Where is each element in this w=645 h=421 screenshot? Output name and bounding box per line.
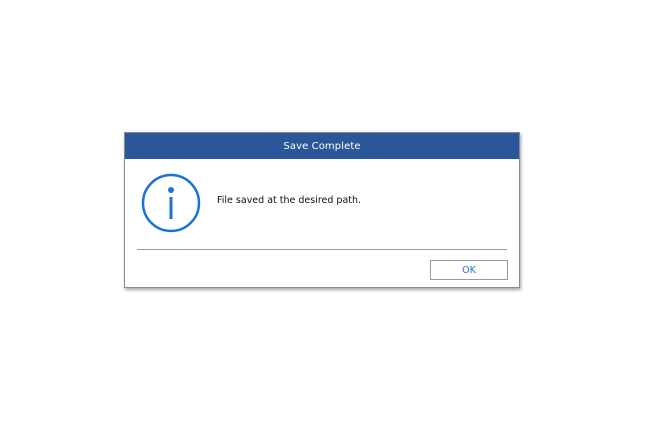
dialog-body: File saved at the desired path. [125, 159, 519, 249]
dialog-title: Save Complete [283, 140, 361, 152]
dialog-divider [137, 249, 507, 250]
dialog-message: File saved at the desired path. [217, 195, 362, 206]
dialog-titlebar[interactable]: Save Complete [125, 133, 519, 159]
save-complete-dialog: Save Complete File saved at the desired … [124, 132, 520, 288]
info-icon [141, 173, 201, 233]
ok-button[interactable]: OK [430, 260, 508, 280]
